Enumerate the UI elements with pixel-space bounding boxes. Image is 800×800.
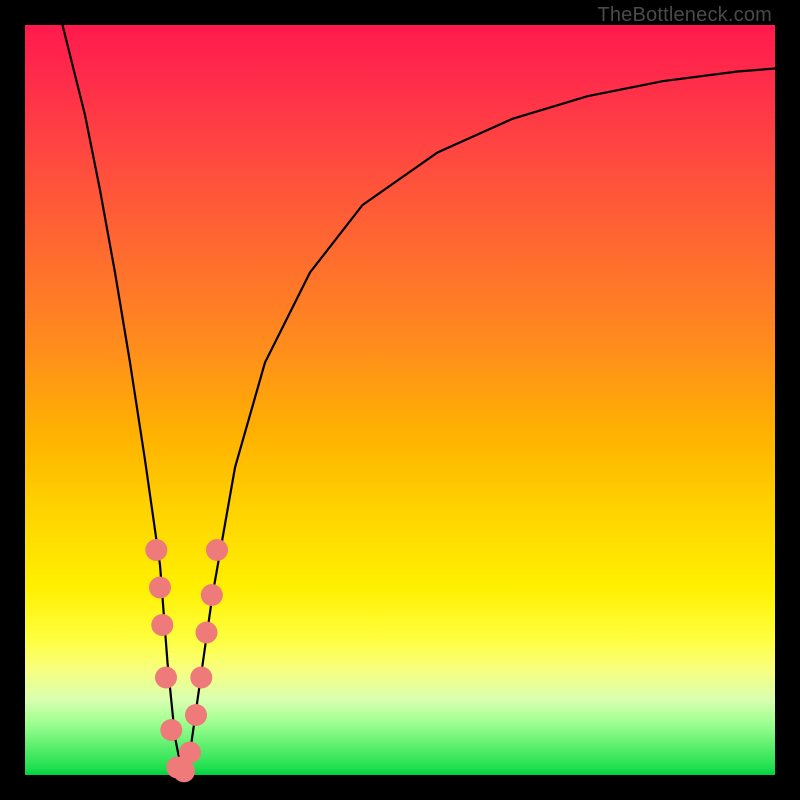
chart-frame: TheBottleneck.com — [0, 0, 800, 800]
data-marker — [190, 667, 212, 689]
data-marker — [206, 539, 228, 561]
data-marker — [185, 704, 207, 726]
data-marker — [155, 667, 177, 689]
data-marker — [173, 760, 195, 782]
data-marker — [179, 742, 201, 764]
data-marker — [149, 577, 171, 599]
data-marker — [196, 622, 218, 644]
chart-svg — [0, 0, 800, 800]
watermark-text: TheBottleneck.com — [597, 4, 772, 27]
data-marker — [151, 614, 173, 636]
data-marker — [160, 719, 182, 741]
data-marker — [145, 539, 167, 561]
data-marker — [201, 584, 223, 606]
bottleneck-curve — [63, 25, 776, 775]
curve-layer — [63, 25, 776, 775]
